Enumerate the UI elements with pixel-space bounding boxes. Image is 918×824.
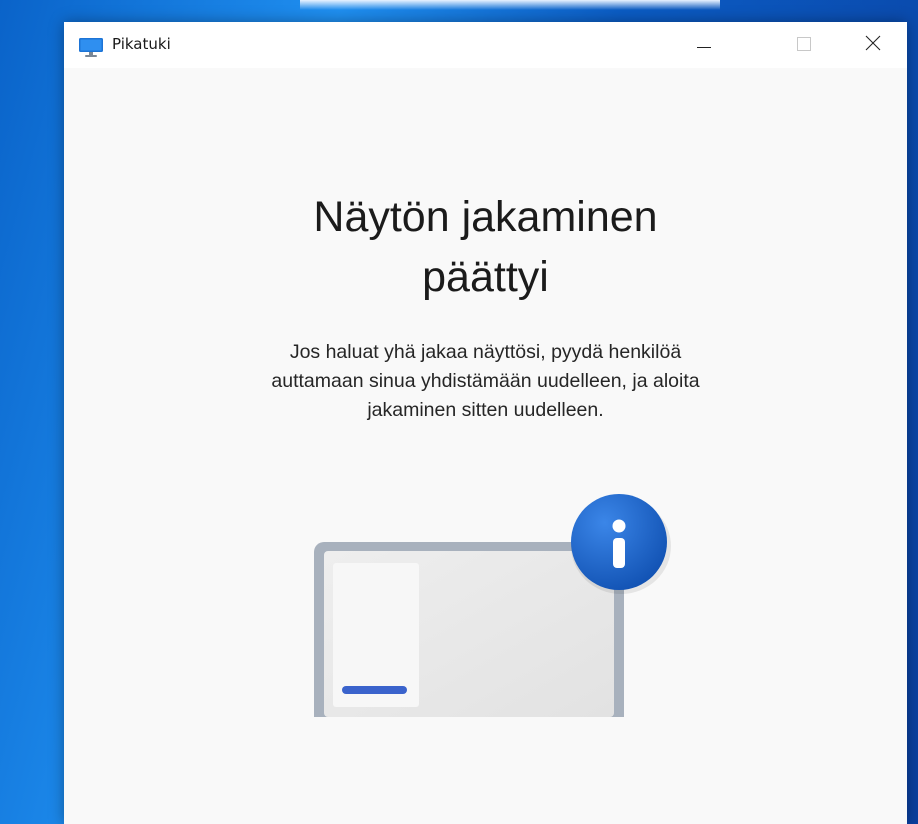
maximize-button[interactable] — [772, 22, 836, 68]
description-line-2: auttamaan sinua yhdistämään uudelleen, j… — [271, 370, 700, 392]
close-icon — [865, 35, 881, 55]
desktop-background: Pikatuki Näytön jakaminen päättyi Jos ha… — [0, 0, 918, 824]
window-title: Pikatuki — [112, 35, 171, 53]
quick-assist-window: Pikatuki Näytön jakaminen päättyi Jos ha… — [64, 22, 907, 824]
monitor-icon — [79, 37, 103, 57]
maximize-icon — [797, 36, 811, 55]
description-text: Jos haluat yhä jakaa näyttösi, pyydä hen… — [64, 338, 907, 425]
background-window-edge — [300, 0, 720, 10]
info-icon — [571, 494, 671, 594]
minimize-button[interactable] — [672, 22, 736, 68]
heading-line-2: päättyi — [422, 253, 549, 301]
session-ended-illustration — [278, 487, 678, 737]
close-button[interactable] — [841, 22, 905, 68]
title-bar[interactable]: Pikatuki — [64, 22, 907, 68]
page-title: Näytön jakaminen päättyi — [64, 187, 907, 307]
description-line-1: Jos haluat yhä jakaa näyttösi, pyydä hen… — [289, 341, 682, 363]
heading-line-1: Näytön jakaminen — [313, 193, 658, 241]
minimize-icon — [696, 35, 712, 55]
description-line-3: jakaminen sitten uudelleen. — [367, 399, 604, 421]
